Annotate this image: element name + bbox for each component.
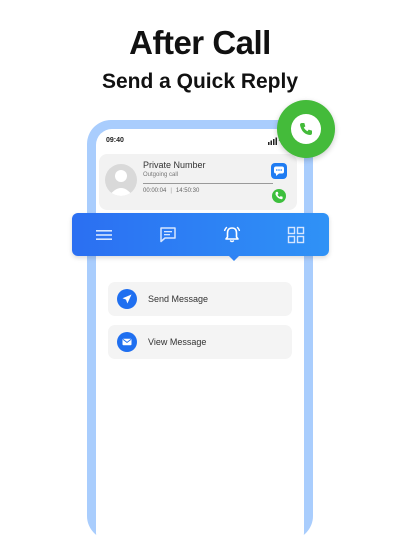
- call-back-button[interactable]: [272, 189, 286, 203]
- mail-icon: [117, 332, 137, 352]
- status-time: 09:40: [106, 137, 124, 144]
- call-duration: 00:00:04: [143, 188, 167, 194]
- nav-more[interactable]: [286, 225, 306, 245]
- active-tab-indicator: [228, 255, 240, 261]
- grid-icon: [287, 226, 305, 244]
- status-bar: 09:40: [106, 137, 294, 149]
- view-message-label: View Message: [148, 337, 207, 347]
- call-fab[interactable]: [277, 100, 335, 158]
- meta-separator: |: [170, 188, 172, 194]
- call-fab-inner: [291, 114, 321, 144]
- phone-icon: [275, 191, 283, 200]
- bottom-nav-bar: [72, 213, 329, 261]
- person-icon: [109, 170, 133, 196]
- subheadline: Send a Quick Reply: [101, 70, 299, 93]
- menu-icon: [96, 230, 112, 240]
- phone-frame: 09:40 Private Number Outgoing call 00:00…: [87, 120, 313, 549]
- send-message-label: Send Message: [148, 294, 209, 304]
- nav-notifications[interactable]: [222, 225, 242, 245]
- call-card: Private Number Outgoing call 00:00:04 | 14…: [99, 154, 297, 210]
- chat-bubble-icon: [274, 166, 284, 176]
- nav-menu[interactable]: [94, 225, 114, 245]
- send-message-row[interactable]: Send Message: [108, 282, 292, 316]
- send-icon: [117, 289, 137, 309]
- divider: [143, 183, 273, 184]
- phone-icon: [300, 123, 312, 135]
- view-message-row[interactable]: View Message: [108, 325, 292, 359]
- phone-screen: 09:40 Private Number Outgoing call 00:00…: [96, 129, 304, 549]
- nav-messages[interactable]: [158, 225, 178, 245]
- call-timestamp: 14:50:30: [175, 188, 200, 194]
- bell-icon: [223, 226, 241, 243]
- call-status: Outgoing call: [143, 172, 179, 178]
- avatar: [105, 164, 137, 196]
- message-button[interactable]: [271, 163, 287, 179]
- caller-name: Private Number: [143, 160, 206, 170]
- call-meta: 00:00:04 | 14:50:30: [143, 188, 199, 194]
- message-icon: [160, 227, 176, 243]
- headline: After Call: [129, 24, 271, 61]
